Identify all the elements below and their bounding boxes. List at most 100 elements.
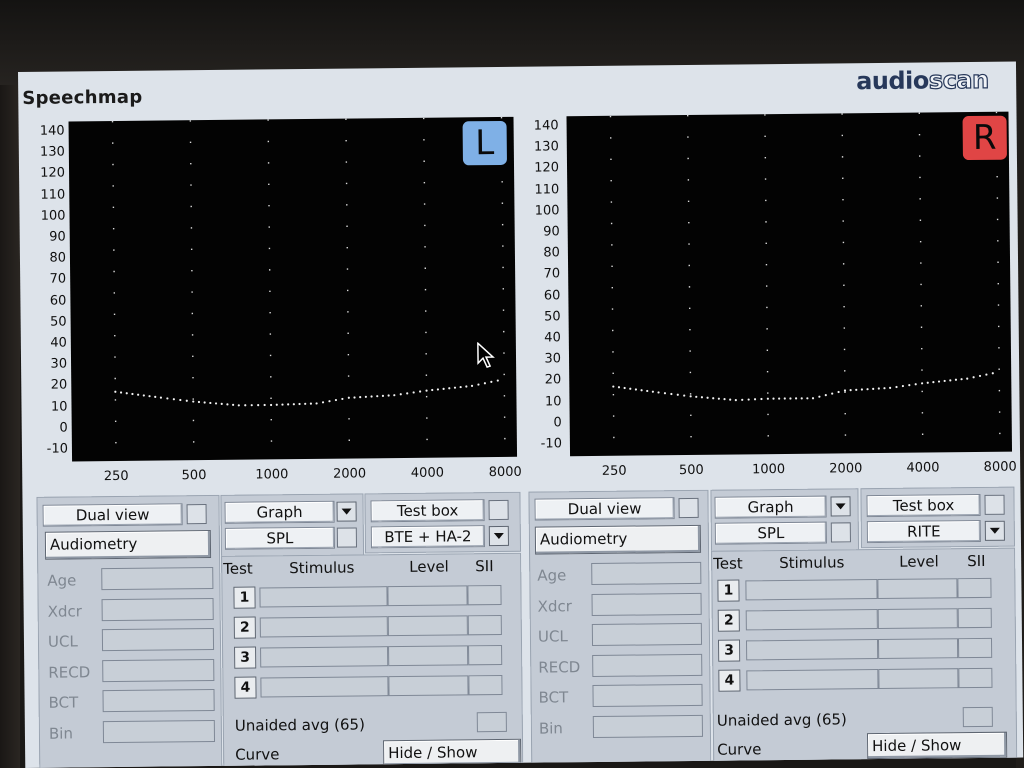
left-field-input-ucl[interactable] <box>101 627 215 652</box>
grid-line <box>189 120 195 461</box>
right-dual-view-button[interactable]: Dual view <box>534 497 675 521</box>
left-test-2-button[interactable]: 2 <box>233 616 256 639</box>
left-hide-show-button[interactable]: Hide / Show <box>383 738 522 767</box>
right-instrument-dropdown[interactable] <box>984 520 1005 541</box>
right-field-input-age[interactable] <box>591 561 702 586</box>
curve-point <box>309 402 313 405</box>
curve-point <box>676 393 679 396</box>
right-spl-button[interactable]: SPL <box>714 521 827 545</box>
x-tick-label: 8000 <box>488 464 522 481</box>
right-test-1-button[interactable]: 1 <box>717 579 740 602</box>
left-spl-button[interactable]: SPL <box>224 526 336 550</box>
curve-point <box>459 385 462 389</box>
left-graph-button[interactable]: Graph <box>224 500 335 524</box>
left-ear-badge[interactable]: L <box>462 120 507 166</box>
left-field-input-bct[interactable] <box>102 688 215 713</box>
curve-point <box>806 397 809 400</box>
curve-point <box>723 398 726 401</box>
right-field-input-recd[interactable] <box>592 653 703 677</box>
curve-point <box>651 390 654 393</box>
right-test-box-button[interactable]: Test box <box>866 493 981 518</box>
left-unaided-avg-label: Unaided avg (65) <box>234 715 365 735</box>
right-field-label-bin: Bin <box>538 718 563 738</box>
left-field-input-recd[interactable] <box>102 658 215 682</box>
curve-point <box>895 385 898 389</box>
left-field-label-age: Age <box>47 571 77 590</box>
left-graph-dropdown[interactable] <box>336 501 357 522</box>
grid-line <box>609 115 615 456</box>
right-field-input-ucl[interactable] <box>591 622 703 647</box>
left-instrument-dropdown[interactable] <box>488 525 509 547</box>
curve-point <box>166 397 169 400</box>
right-speechmap-plot[interactable]: R <box>566 111 1013 457</box>
left-test-1-sii <box>467 584 502 606</box>
curve-point <box>717 397 720 400</box>
right-instrument-select[interactable]: RITE <box>866 519 981 544</box>
curve-point <box>663 392 667 395</box>
left-instrument-select[interactable]: BTE + HA-2 <box>370 525 486 549</box>
right-dual-view-checkbox[interactable] <box>678 497 699 519</box>
right-test-3-button[interactable]: 3 <box>717 639 741 662</box>
curve-point <box>860 388 864 391</box>
mouse-cursor-icon <box>477 342 495 369</box>
y-tick-label: 100 <box>40 208 66 224</box>
curve-point <box>670 392 673 396</box>
left-test-4-button[interactable]: 4 <box>234 676 257 699</box>
curve-point <box>629 387 632 390</box>
curve-point <box>657 391 660 394</box>
y-tick-label: 110 <box>40 187 66 203</box>
curve-point <box>237 404 240 407</box>
right-ear-badge[interactable]: R <box>962 115 1007 161</box>
y-tick-label: 30 <box>50 356 68 372</box>
right-graph-dropdown[interactable] <box>830 496 851 517</box>
right-audiometry-button[interactable]: Audiometry <box>534 524 702 555</box>
left-speechmap-plot[interactable]: L <box>68 116 518 462</box>
curve-point <box>483 382 487 385</box>
y-tick-label: 40 <box>544 330 561 346</box>
left-field-input-xdcr[interactable] <box>101 597 214 621</box>
right-spl-checkbox[interactable] <box>830 522 851 543</box>
right-field-input-bin[interactable] <box>592 714 703 738</box>
right-hide-show-button[interactable]: Hide / Show <box>866 731 1008 760</box>
right-test-2-button[interactable]: 2 <box>717 609 740 632</box>
curve-point <box>612 385 615 388</box>
left-dual-view-checkbox[interactable] <box>186 504 207 525</box>
curve-point <box>137 393 140 396</box>
curve-point <box>490 380 493 383</box>
right-test-2-sii <box>957 607 992 629</box>
right-graph-button[interactable]: Graph <box>714 495 827 519</box>
curve-point <box>142 394 145 397</box>
curve-point <box>359 396 362 399</box>
curve-point <box>442 387 445 390</box>
curve-point <box>747 398 750 401</box>
left-test-box-checkbox[interactable] <box>488 499 509 521</box>
left-spl-checkbox[interactable] <box>336 527 357 548</box>
y-tick-label: 120 <box>40 165 66 182</box>
curve-point <box>315 402 318 405</box>
right-field-input-bct[interactable] <box>592 683 703 708</box>
y-tick-label: 120 <box>534 160 560 176</box>
curve-point <box>831 392 834 395</box>
left-field-input-age[interactable] <box>101 566 214 591</box>
left-test-1-button[interactable]: 1 <box>233 586 256 609</box>
curve-point <box>353 396 356 399</box>
left-dual-view-button[interactable]: Dual view <box>42 503 183 527</box>
left-test-3-button[interactable]: 3 <box>234 646 257 669</box>
right-field-label-recd: RECD <box>538 657 581 677</box>
curve-point <box>250 404 253 407</box>
right-test-box-checkbox[interactable] <box>984 494 1005 515</box>
right-field-label-xdcr: Xdcr <box>537 596 572 616</box>
curve-point <box>232 403 235 406</box>
y-tick-label: 50 <box>543 309 561 325</box>
left-test-box-button[interactable]: Test box <box>370 499 485 523</box>
curve-point <box>425 389 428 392</box>
left-plot-canvas <box>111 116 506 462</box>
right-level-header: Level <box>899 552 939 571</box>
right-test-2-level <box>877 608 958 630</box>
right-field-input-xdcr[interactable] <box>591 592 702 616</box>
left-field-input-bin[interactable] <box>102 719 216 743</box>
left-audiometry-button[interactable]: Audiometry <box>44 530 212 560</box>
right-test-4-button[interactable]: 4 <box>718 669 741 692</box>
curve-point <box>431 388 434 392</box>
curve-point <box>226 403 229 406</box>
